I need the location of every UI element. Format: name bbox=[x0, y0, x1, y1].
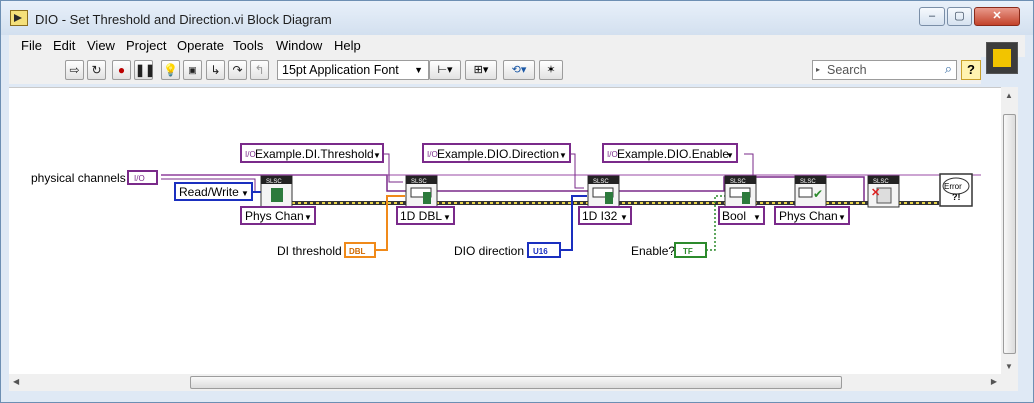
property-direction-chevron-icon: ▼ bbox=[559, 151, 567, 160]
menu-edit[interactable]: Edit bbox=[53, 38, 75, 53]
scroll-up-icon[interactable]: ▲ bbox=[1005, 91, 1013, 100]
type-ring-1d-dbl-label: 1D DBL bbox=[400, 209, 442, 223]
slsc-write-node-2[interactable]: SLSC bbox=[587, 175, 620, 208]
phys-chan-2-chevron-icon: ▼ bbox=[838, 213, 846, 222]
highlight-execution-icon[interactable]: 💡 bbox=[161, 60, 180, 80]
scroll-right-icon[interactable]: ▶ bbox=[991, 377, 997, 386]
io-terminal-label: I/O bbox=[134, 174, 145, 183]
type-ring-1d-i32-label: 1D I32 bbox=[582, 209, 618, 223]
distribute-objects-dropdown[interactable]: ⊞▾ bbox=[465, 60, 497, 80]
simple-error-handler-node[interactable]: Error ?! bbox=[939, 173, 973, 207]
slsc-header-5: SLSC bbox=[873, 179, 889, 185]
property-direction-label: Example.DIO.Direction bbox=[437, 147, 559, 161]
phys-chan-ring-2-label: Phys Chan bbox=[779, 209, 838, 223]
dio-direction-label: DIO direction bbox=[454, 244, 524, 258]
open-session-glyph-icon bbox=[271, 188, 283, 202]
u16-terminal-label: U16 bbox=[533, 247, 548, 256]
type-i32-chevron-icon: ▼ bbox=[620, 213, 628, 222]
step-into-icon[interactable]: ↳ bbox=[206, 60, 225, 80]
maximize-button[interactable]: ▢ bbox=[947, 7, 972, 26]
menu-bar: File Edit View Project Operate Tools Win… bbox=[9, 35, 1025, 57]
enable-label: Enable? bbox=[631, 244, 675, 258]
property-threshold-label: Example.DI.Threshold bbox=[255, 147, 374, 161]
step-over-icon[interactable]: ↷ bbox=[228, 60, 247, 80]
chevron-right-icon: ▸ bbox=[816, 65, 821, 74]
search-icon[interactable]: ⌕ bbox=[945, 60, 952, 78]
clean-up-diagram-icon[interactable]: ✶ bbox=[539, 60, 563, 80]
align-objects-dropdown[interactable]: ⊢▾ bbox=[429, 60, 461, 80]
commit-glyph-icon bbox=[798, 187, 813, 198]
type-ring-bool-label: Bool bbox=[722, 209, 746, 223]
scroll-down-icon[interactable]: ▼ bbox=[1005, 362, 1013, 371]
property-enable-label: Example.DIO.Enable bbox=[617, 147, 729, 161]
horizontal-scroll-thumb[interactable] bbox=[190, 376, 842, 389]
error-label: Error bbox=[944, 182, 962, 191]
phys-chan-1-chevron-icon: ▼ bbox=[304, 213, 312, 222]
slsc-write-node-1[interactable]: SLSC bbox=[405, 175, 438, 208]
slsc-open-session-node[interactable]: SLSC bbox=[260, 175, 293, 208]
search-placeholder: Search bbox=[827, 63, 867, 77]
error-exclaim-icon: ?! bbox=[952, 192, 961, 202]
slsc-header-1: SLSC bbox=[411, 179, 427, 185]
run-arrow-icon[interactable]: ⇨ bbox=[65, 60, 84, 80]
check-icon: ✔ bbox=[813, 187, 823, 201]
font-select[interactable]: 15pt Application Font ▼ bbox=[277, 60, 429, 80]
menu-file[interactable]: File bbox=[21, 38, 42, 53]
menu-tools[interactable]: Tools bbox=[233, 38, 263, 53]
slsc-commit-node[interactable]: SLSC ✔ bbox=[794, 175, 827, 208]
pause-icon[interactable]: ❚❚ bbox=[134, 60, 155, 80]
physical-channels-label: physical channels bbox=[31, 171, 126, 185]
type-bool-chevron-icon: ▼ bbox=[753, 213, 761, 222]
reorder-dropdown[interactable]: ⟲▾ bbox=[503, 60, 535, 80]
di-threshold-label: DI threshold bbox=[277, 244, 342, 258]
search-input[interactable]: ▸ Search ⌕ bbox=[812, 60, 957, 80]
chip-glyph-icon bbox=[605, 192, 613, 204]
menu-project[interactable]: Project bbox=[126, 38, 166, 53]
step-out-icon[interactable]: ↰ bbox=[250, 60, 269, 80]
minimize-button[interactable]: – bbox=[919, 7, 945, 26]
slsc-write-node-3[interactable]: SLSC bbox=[724, 175, 757, 208]
chip-glyph-icon bbox=[742, 192, 750, 204]
slsc-header-4: SLSC bbox=[800, 179, 816, 185]
toolbar: ⇨ ↻ ● ❚❚ 💡 ▣ ↳ ↷ ↰ 15pt Application Font… bbox=[9, 57, 981, 84]
close-x-icon: ✕ bbox=[871, 187, 880, 199]
context-help-button[interactable]: ? bbox=[961, 60, 981, 80]
chip-glyph-icon bbox=[423, 192, 431, 204]
slsc-header-3: SLSC bbox=[730, 179, 746, 185]
labview-window: DIO - Set Threshold and Direction.vi Blo… bbox=[0, 0, 1034, 403]
menu-view[interactable]: View bbox=[87, 38, 115, 53]
phys-chan-ring-1-label: Phys Chan bbox=[245, 209, 304, 223]
slsc-header: SLSC bbox=[266, 179, 282, 185]
slsc-close-node[interactable]: SLSC ✕ bbox=[867, 175, 900, 208]
vertical-scrollbar[interactable]: ▲ ▼ bbox=[1001, 87, 1018, 374]
tf-terminal-label: TF bbox=[683, 247, 693, 256]
scroll-left-icon[interactable]: ◀ bbox=[13, 377, 19, 386]
font-select-value: 15pt Application Font bbox=[282, 63, 399, 77]
menu-help[interactable]: Help bbox=[334, 38, 361, 53]
labview-app-icon bbox=[10, 10, 28, 26]
close-button[interactable]: ✕ bbox=[974, 7, 1020, 26]
vertical-scroll-thumb[interactable] bbox=[1003, 114, 1016, 354]
property-threshold-chevron-icon: ▼ bbox=[373, 151, 381, 160]
menu-window[interactable]: Window bbox=[276, 38, 322, 53]
menu-operate[interactable]: Operate bbox=[177, 38, 224, 53]
chevron-down-icon: ▼ bbox=[414, 65, 423, 75]
retain-wire-values-icon[interactable]: ▣ bbox=[183, 60, 202, 80]
block-diagram-canvas[interactable]: physical channels I/O Read/Write ▼ SLSC … bbox=[9, 87, 1001, 375]
vi-icon bbox=[986, 42, 1018, 74]
horizontal-scrollbar[interactable]: ◀ ▶ bbox=[9, 374, 1001, 391]
read-write-chevron-icon: ▼ bbox=[241, 189, 249, 198]
property-enable-chevron-icon: ▼ bbox=[726, 151, 734, 160]
read-write-ring-label: Read/Write bbox=[179, 185, 239, 199]
type-dbl-chevron-icon: ▼ bbox=[443, 213, 451, 222]
run-continuously-icon[interactable]: ↻ bbox=[87, 60, 106, 80]
scroll-corner bbox=[1001, 374, 1018, 391]
block-diagram: physical channels I/O Read/Write ▼ SLSC … bbox=[31, 143, 981, 258]
abort-icon[interactable]: ● bbox=[112, 60, 131, 80]
slsc-header-2: SLSC bbox=[593, 179, 609, 185]
window-title: DIO - Set Threshold and Direction.vi Blo… bbox=[35, 12, 332, 27]
title-bar: DIO - Set Threshold and Direction.vi Blo… bbox=[1, 1, 1033, 35]
dbl-terminal-label: DBL bbox=[349, 247, 366, 256]
